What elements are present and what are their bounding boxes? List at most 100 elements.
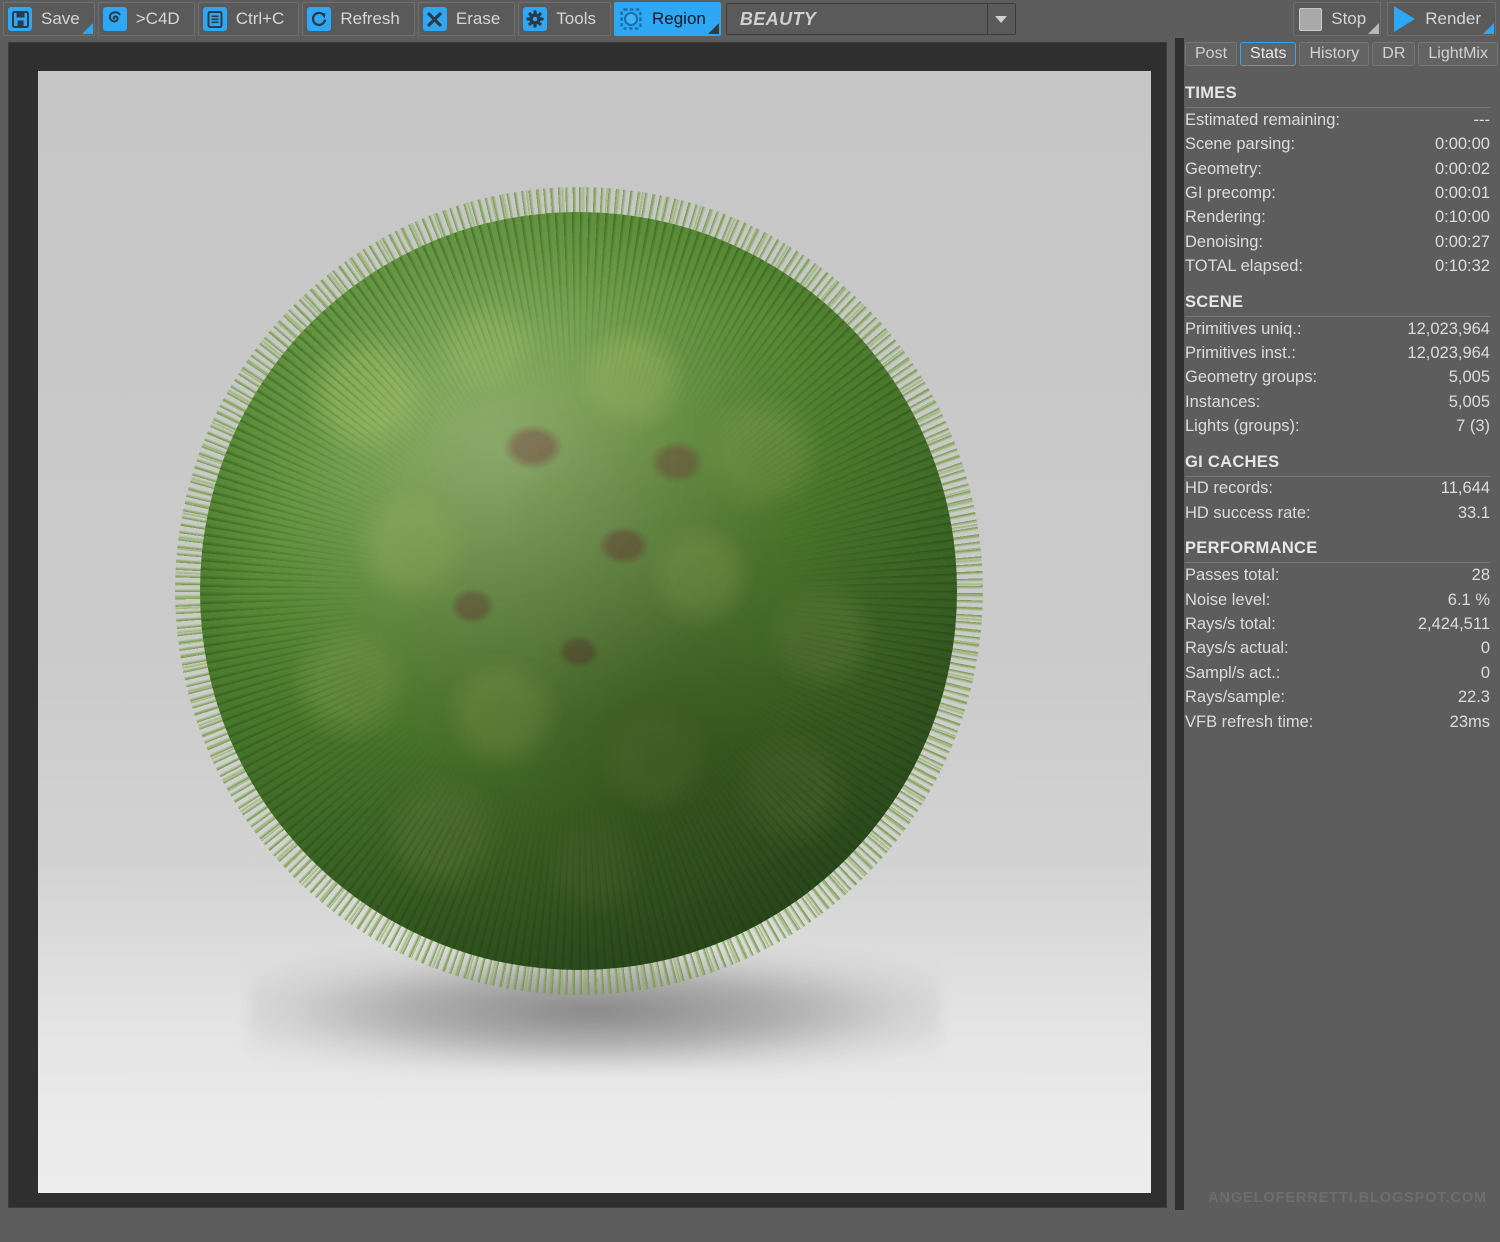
stat-value: 0	[1480, 639, 1490, 658]
tools-button[interactable]: Tools	[518, 2, 611, 36]
stat-key: Estimated remaining:	[1185, 110, 1340, 129]
stat-row: Noise level: 6.1 %	[1185, 588, 1490, 612]
stat-row: HD records: 11,644	[1185, 477, 1490, 501]
tab-lightmix-label: LightMix	[1428, 45, 1488, 62]
stat-value: 0:10:00	[1434, 208, 1490, 227]
stat-row: Rays/s total: 2,424,511	[1185, 612, 1490, 636]
stat-row: Scene parsing: 0:00:00	[1185, 132, 1490, 156]
stat-value: 5,005	[1448, 368, 1490, 387]
stat-row: Sampl/s act.: 0	[1185, 661, 1490, 685]
stat-key: TOTAL elapsed:	[1185, 257, 1304, 276]
stat-key: Instances:	[1185, 392, 1261, 411]
stat-value: 28	[1471, 566, 1490, 585]
stat-key: Denoising:	[1185, 232, 1263, 251]
floppy-disk-icon	[7, 6, 33, 32]
section-title-performance: PERFORMANCE	[1185, 539, 1490, 564]
tab-dr[interactable]: DR	[1372, 42, 1416, 66]
erase-button[interactable]: Erase	[417, 2, 516, 36]
stat-row: TOTAL elapsed: 0:10:32	[1185, 254, 1490, 278]
stop-button[interactable]: Stop	[1293, 2, 1382, 36]
stat-key: Lights (groups):	[1185, 417, 1300, 436]
refresh-icon	[306, 6, 332, 32]
refresh-button-label: Refresh	[340, 9, 400, 28]
chevron-down-icon[interactable]	[986, 4, 1015, 34]
stat-key: Rays/sample:	[1185, 688, 1285, 707]
stat-key: HD success rate:	[1185, 503, 1311, 522]
stats-panel: Post Stats History DR LightMix TIMES Est…	[1175, 38, 1500, 1242]
region-button-label: Region	[651, 9, 706, 28]
to-c4d-button-label: >C4D	[135, 9, 180, 28]
tab-lightmix[interactable]: LightMix	[1418, 42, 1498, 66]
tab-stats-label: Stats	[1250, 45, 1287, 62]
stat-value: 11,644	[1440, 479, 1490, 498]
region-button[interactable]: Region	[613, 2, 721, 36]
panel-gutter	[1175, 38, 1184, 1210]
stat-value: 0:00:27	[1434, 232, 1490, 251]
watermark: ANGELOFERRETTI.BLOGSPOT.COM	[1208, 1190, 1487, 1206]
clipboard-icon	[202, 6, 228, 32]
section-title-gi-caches: GI CACHES	[1185, 453, 1490, 477]
tab-post-label: Post	[1195, 45, 1228, 62]
stat-value: 0:00:00	[1434, 135, 1490, 154]
tab-history[interactable]: History	[1299, 42, 1370, 66]
stat-key: Primitives inst.:	[1185, 343, 1296, 362]
render-pass-selector[interactable]: BEAUTY	[725, 3, 1016, 35]
render-button[interactable]: Render	[1387, 2, 1496, 36]
stat-row: Rays/s actual: 0	[1185, 637, 1490, 661]
stat-row: VFB refresh time: 23ms	[1185, 710, 1490, 734]
stat-key: Geometry:	[1185, 159, 1263, 178]
stat-row: GI precomp: 0:00:01	[1185, 181, 1490, 205]
stat-row: Primitives inst.: 12,023,964	[1185, 341, 1490, 365]
render-pass-value: BEAUTY	[739, 8, 817, 29]
stat-value: 33.1	[1457, 503, 1490, 522]
grass-fiber-inner	[200, 212, 958, 970]
to-c4d-button[interactable]: >C4D	[97, 2, 195, 36]
stat-row: Denoising: 0:00:27	[1185, 230, 1490, 254]
copy-button[interactable]: Ctrl+C	[197, 2, 300, 36]
cinema4d-icon	[102, 6, 128, 32]
stat-value: 0:00:01	[1434, 183, 1490, 202]
stat-key: Passes total:	[1185, 566, 1280, 585]
viewport-area	[0, 38, 1175, 1210]
render-viewport[interactable]	[8, 42, 1167, 1208]
stat-row: Rays/sample: 22.3	[1185, 685, 1490, 709]
stat-row: Lights (groups): 7 (3)	[1185, 414, 1490, 438]
stat-row: Rendering: 0:10:00	[1185, 206, 1490, 230]
copy-button-label: Ctrl+C	[235, 9, 285, 28]
save-button-label: Save	[41, 9, 80, 28]
stat-row: Primitives uniq.: 12,023,964	[1185, 317, 1490, 341]
stat-value: 7 (3)	[1456, 417, 1490, 436]
stat-key: Geometry groups:	[1185, 368, 1318, 387]
section-title-times: TIMES	[1185, 84, 1490, 108]
refresh-button[interactable]: Refresh	[302, 2, 415, 36]
render-button-label: Render	[1425, 9, 1481, 28]
stat-value: 12,023,964	[1407, 343, 1490, 362]
stat-value: ---	[1473, 110, 1490, 129]
section-title-scene: SCENE	[1185, 293, 1490, 317]
stat-key: Rays/s total:	[1185, 615, 1276, 634]
x-cross-icon	[422, 6, 448, 32]
tab-post[interactable]: Post	[1185, 42, 1238, 66]
stat-key: Noise level:	[1185, 590, 1271, 609]
stat-row: Estimated remaining: ---	[1185, 108, 1490, 132]
stat-row: Geometry groups: 5,005	[1185, 366, 1490, 390]
stat-key: Rendering:	[1185, 208, 1266, 227]
stat-key: Rays/s actual:	[1185, 639, 1289, 658]
stat-key: Primitives uniq.:	[1185, 319, 1302, 338]
stat-key: GI precomp:	[1185, 183, 1276, 202]
stat-key: HD records:	[1185, 479, 1274, 498]
stat-value: 5,005	[1448, 392, 1490, 411]
tab-history-label: History	[1309, 45, 1360, 62]
stats-content: TIMES Estimated remaining: --- Scene pars…	[1185, 84, 1490, 734]
vfb-window: Save >C4D Ctrl+C Refresh Erase Tools Reg…	[0, 0, 1500, 1242]
stop-square-icon	[1297, 6, 1323, 32]
stat-value: 23ms	[1449, 712, 1490, 731]
tab-stats[interactable]: Stats	[1240, 42, 1297, 66]
stop-button-label: Stop	[1331, 9, 1367, 28]
save-button[interactable]: Save	[3, 2, 95, 36]
stat-value: 0	[1480, 663, 1490, 682]
stat-row: HD success rate: 33.1	[1185, 501, 1490, 525]
region-select-icon	[618, 6, 644, 32]
rendered-image[interactable]	[38, 71, 1151, 1193]
stat-value: 12,023,964	[1407, 319, 1490, 338]
